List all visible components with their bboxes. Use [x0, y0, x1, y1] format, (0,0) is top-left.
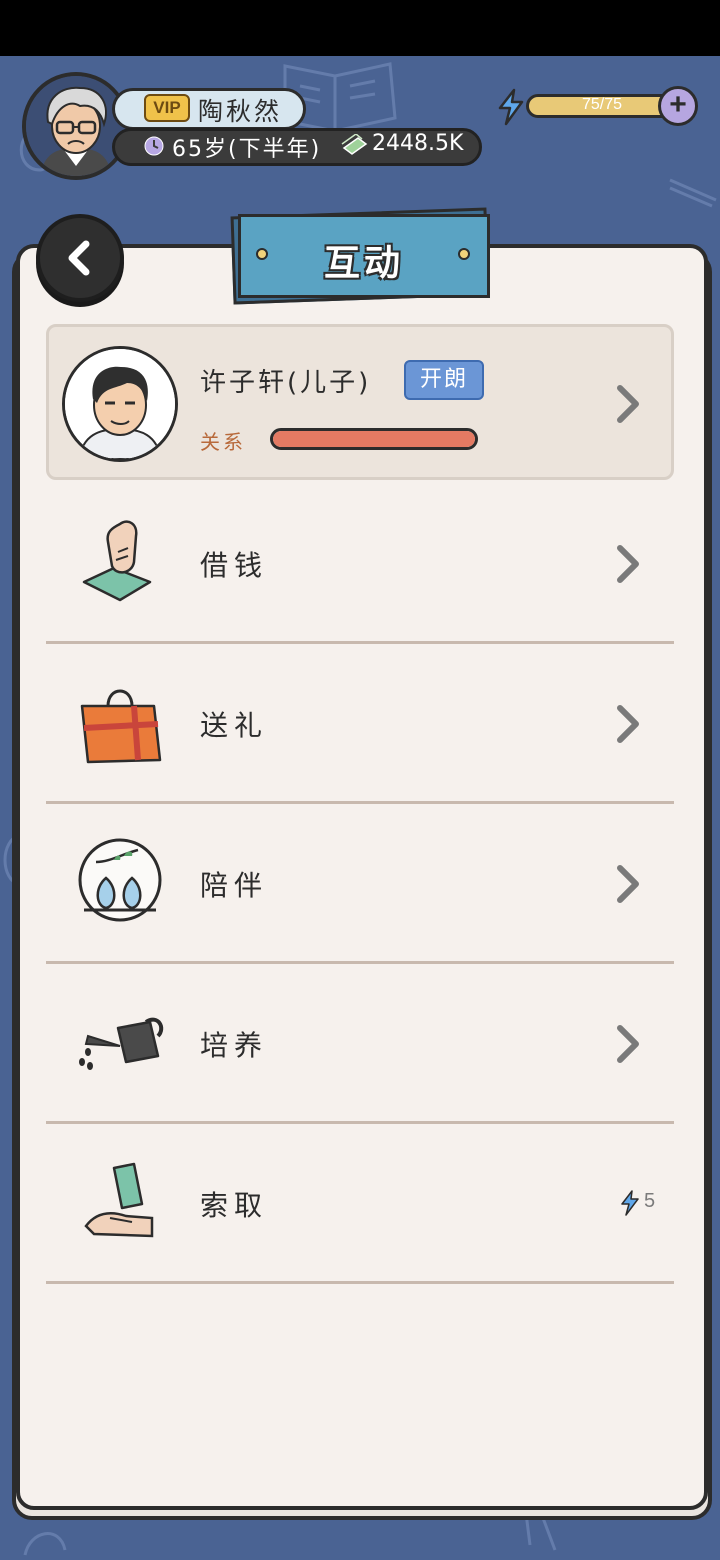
son-portrait-icon — [65, 349, 175, 459]
old-man-portrait-icon — [26, 76, 126, 176]
energy-value: 75/75 — [581, 96, 623, 113]
player-name: 陶秋然 — [198, 97, 283, 126]
action-row-gift[interactable]: 送礼 — [46, 644, 674, 804]
gift-bag-icon — [80, 689, 162, 764]
chevron-right-icon — [617, 545, 639, 583]
status-bar — [0, 0, 720, 56]
chevron-right-icon — [617, 865, 639, 903]
relation-label: 关系 — [200, 430, 246, 454]
money-stack-icon — [341, 134, 368, 155]
chevron-right-icon — [617, 705, 639, 743]
receive-money-icon — [84, 1162, 154, 1238]
doodle-bottom-left-icon — [23, 1532, 67, 1556]
chevron-left-icon — [68, 240, 90, 276]
trait-badge: 开朗 — [404, 360, 484, 400]
add-energy-button[interactable]: + — [658, 86, 698, 126]
vip-badge[interactable]: VIP — [144, 94, 190, 122]
action-row-borrow[interactable]: 借钱 — [46, 484, 674, 644]
action-label-gift: 送礼 — [200, 709, 269, 742]
action-row-company[interactable]: 陪伴 — [46, 804, 674, 964]
action-label-borrow: 借钱 — [200, 549, 269, 582]
birds-companionship-icon — [78, 838, 162, 922]
relation-bar-fill — [273, 431, 475, 447]
player-money: 2448.5K — [372, 131, 464, 156]
action-label-request: 索取 — [200, 1189, 269, 1222]
clock-icon — [144, 136, 164, 156]
action-row-request[interactable]: 索取 5 — [46, 1124, 674, 1284]
doodle-pencil-icon — [669, 178, 717, 208]
energy-cost-value: 5 — [644, 1190, 656, 1212]
child-avatar — [62, 346, 178, 462]
row-divider — [46, 1281, 674, 1284]
page-title: 互动 — [323, 243, 404, 284]
energy-cost-bolt-icon — [621, 1190, 639, 1216]
borrow-money-icon — [82, 520, 152, 602]
back-button[interactable] — [36, 214, 124, 302]
action-row-nurture[interactable]: 培养 — [46, 964, 674, 1124]
child-card-chevron-icon — [617, 385, 639, 423]
energy-bolt-icon — [498, 88, 524, 126]
action-label-nurture: 培养 — [200, 1029, 269, 1062]
player-avatar[interactable] — [22, 72, 130, 180]
child-name: 许子轩(儿子) — [200, 368, 372, 398]
watering-can-icon — [79, 1017, 164, 1070]
action-label-company: 陪伴 — [200, 869, 269, 902]
chevron-right-icon — [617, 1025, 639, 1063]
player-age: 65岁(下半年) — [172, 137, 322, 162]
relation-bar — [270, 428, 478, 450]
